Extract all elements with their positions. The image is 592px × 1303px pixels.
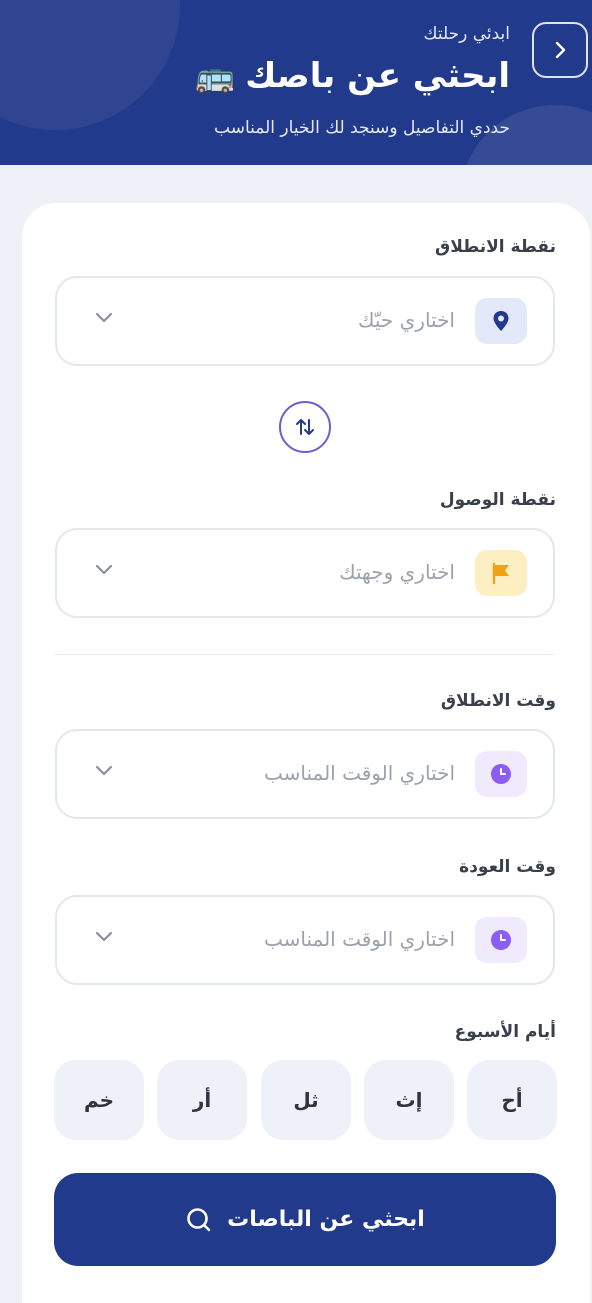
search-buses-button[interactable]: ابحثي عن الباصات [54,1173,556,1266]
header: ابدئي رحلتك ابحثي عن باصك 🚌 حددي التفاصي… [0,0,592,165]
day-chip-sun[interactable]: أح [467,1060,557,1140]
bus-icon: 🚌 [195,57,236,95]
location-pin-icon [475,298,527,344]
day-chip-tue[interactable]: ثل [261,1060,351,1140]
chevron-down-icon [95,931,113,942]
origin-placeholder: اختاري حيّك [358,308,455,332]
chevron-right-icon [555,41,566,59]
header-subtitle: حددي التفاصيل وسنجد لك الخيار المناسب [214,118,510,138]
back-button[interactable] [532,22,588,78]
swap-vertical-icon [296,419,314,435]
page-title: ابحثي عن باصك 🚌 [195,56,510,96]
clock-icon [475,751,527,797]
origin-label: نقطة الانطلاق [435,237,556,257]
day-chip-mon[interactable]: إث [364,1060,454,1140]
departure-time-label: وقت الانطلاق [440,691,556,711]
return-time-select[interactable]: اختاري الوقت المناسب [55,895,555,985]
search-icon [187,1207,211,1231]
chevron-down-icon [95,564,113,575]
destination-label: نقطة الوصول [439,490,556,510]
chevron-down-icon [95,312,113,323]
departure-time-select[interactable]: اختاري الوقت المناسب [55,729,555,819]
swap-locations-button[interactable] [279,401,331,453]
chevron-down-icon [95,765,113,776]
origin-select[interactable]: اختاري حيّك [55,276,555,366]
section-divider [55,654,555,655]
day-chip-thu[interactable]: خم [54,1060,144,1140]
departure-time-placeholder: اختاري الوقت المناسب [264,761,455,785]
return-time-label: وقت العودة [459,857,556,877]
header-kicker: ابدئي رحلتك [423,24,511,44]
weekdays-label: أيام الأسبوع [454,1022,556,1042]
page-title-text: ابحثي عن باصك [245,56,510,96]
clock-icon [475,917,527,963]
day-chip-wed[interactable]: أر [157,1060,247,1140]
destination-placeholder: اختاري وجهتك [339,560,455,584]
return-time-placeholder: اختاري الوقت المناسب [264,927,455,951]
decor-circle [0,0,180,130]
flag-icon [475,550,527,596]
destination-select[interactable]: اختاري وجهتك [55,528,555,618]
search-button-label: ابحثي عن الباصات [227,1207,425,1232]
